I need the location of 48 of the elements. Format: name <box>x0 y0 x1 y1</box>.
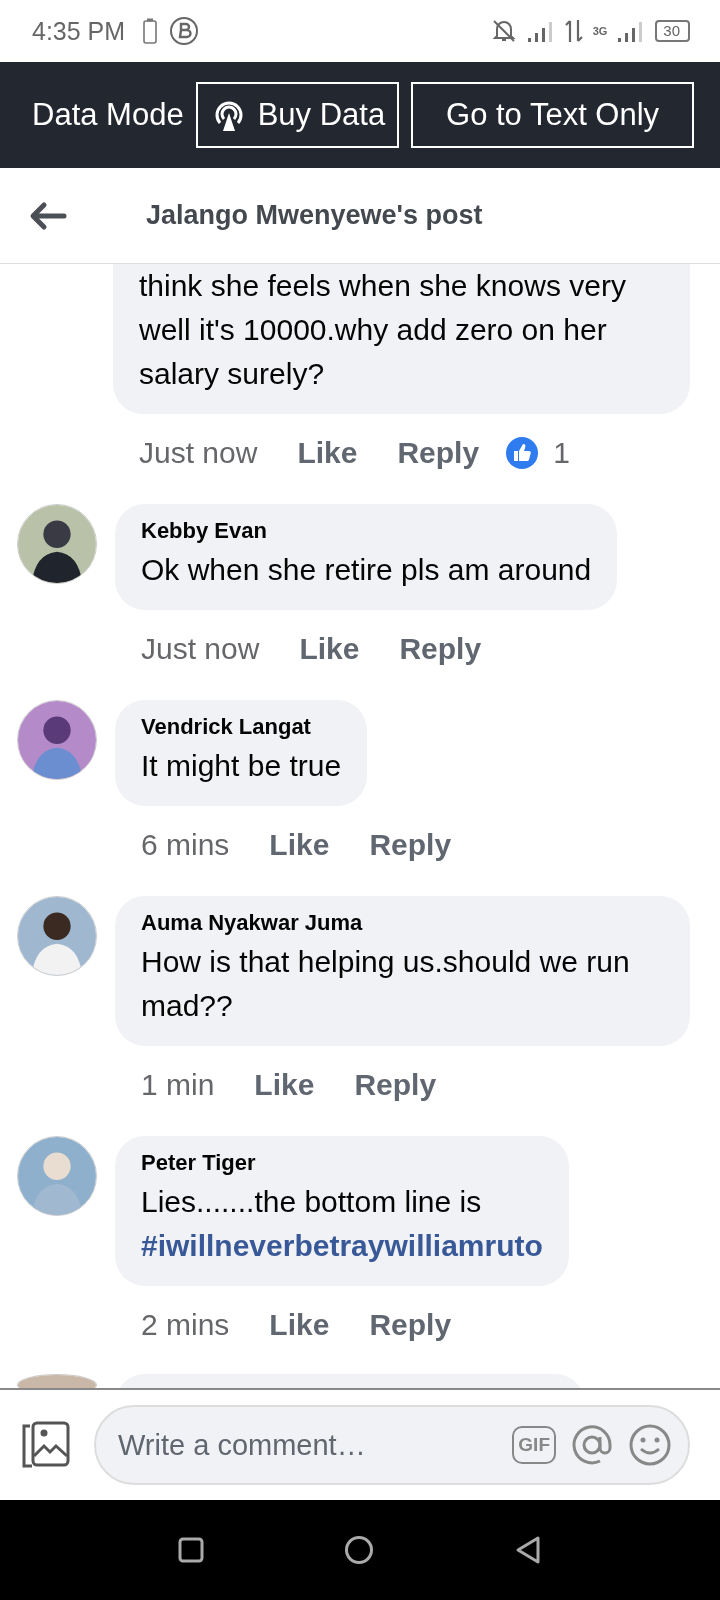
comment-time: Just now <box>139 436 258 470</box>
comment-text: How is that helping us.should we run mad?? <box>141 944 631 1024</box>
post-title: Jalango Mwenyewe's post <box>146 200 483 231</box>
buy-data-button[interactable]: Buy Data <box>195 82 400 148</box>
coin-icon <box>169 16 200 46</box>
back-arrow-icon[interactable] <box>28 200 68 231</box>
signal-icon <box>526 19 555 43</box>
reaction-count: 1 <box>553 436 570 470</box>
text-only-button[interactable]: Go to Text Only <box>411 82 694 148</box>
reply-link[interactable]: Reply <box>369 1308 452 1342</box>
like-link[interactable]: Like <box>299 632 360 666</box>
like-link[interactable]: Like <box>297 436 358 470</box>
comment-time: 6 mins <box>141 828 230 862</box>
data-mode-label: Data Mode <box>32 97 184 133</box>
comment-text: Lies.......the bottom line is #iwillneverbetraywilliamruto <box>141 1184 543 1264</box>
comment-text: think she feels when she knows very well it's 10000.why add zero on her salary surely? <box>139 268 627 392</box>
recents-icon[interactable] <box>178 1537 204 1563</box>
network-type: 3G <box>592 25 608 37</box>
reply-link[interactable]: Reply <box>399 632 482 666</box>
comment-time: Just now <box>141 632 260 666</box>
mention-icon[interactable] <box>570 1423 614 1467</box>
battery-level: 30 <box>655 20 690 42</box>
comment-text: Ok when she retire pls am around <box>141 552 592 588</box>
data-transfer-icon <box>564 18 583 44</box>
emoji-icon[interactable] <box>628 1423 672 1467</box>
comment-time: 2 mins <box>141 1308 230 1342</box>
comment-field[interactable]: Write a comment… GIF <box>94 1405 690 1485</box>
comment-author: Kebby Evan <box>141 518 268 544</box>
home-icon[interactable] <box>344 1535 374 1565</box>
thumbs-up-icon <box>505 436 540 470</box>
like-link[interactable]: Like <box>269 1308 330 1342</box>
like-link[interactable]: Like <box>254 1068 315 1102</box>
comment-author: Auma Nyakwar Juma <box>141 910 364 936</box>
reply-link[interactable]: Reply <box>354 1068 437 1102</box>
comment-time: 1 min <box>141 1068 215 1102</box>
photo-icon[interactable] <box>20 1420 72 1470</box>
comment-author: Peter Tiger <box>141 1150 257 1176</box>
comment-author: Vendrick Langat <box>141 714 312 740</box>
hashtag-link[interactable]: #iwillneverbetraywilliamruto <box>141 1229 543 1262</box>
muted-bell-icon <box>490 18 517 44</box>
back-icon[interactable] <box>514 1535 542 1565</box>
gif-button[interactable]: GIF <box>512 1426 556 1464</box>
like-link[interactable]: Like <box>269 828 330 862</box>
status-time: 4:35 PM <box>32 16 126 46</box>
battery-icon <box>143 18 158 44</box>
reply-link[interactable]: Reply <box>397 436 480 470</box>
comment-text: It might be true <box>141 748 342 784</box>
reply-link[interactable]: Reply <box>369 828 452 862</box>
